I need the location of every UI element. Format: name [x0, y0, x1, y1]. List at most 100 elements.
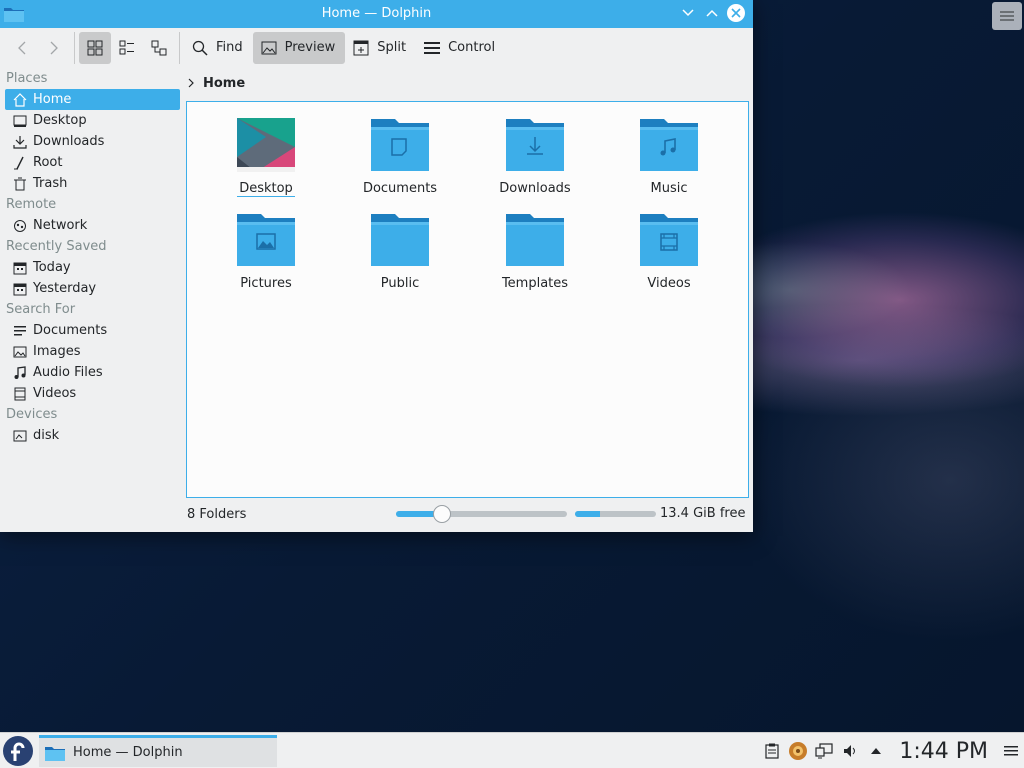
search-audio[interactable]: Audio Files: [5, 362, 180, 383]
music-note-icon: [13, 365, 27, 380]
file-item-documents[interactable]: Documents: [340, 117, 460, 196]
music-folder-icon: [639, 117, 699, 173]
chevron-down-icon: [682, 9, 694, 17]
place-label: Home: [33, 92, 72, 107]
file-item-music[interactable]: Music: [609, 117, 729, 196]
place-network[interactable]: Network: [5, 215, 180, 236]
tray-expand-arrow-icon[interactable]: [863, 733, 889, 768]
desktop-folder-icon: [236, 117, 296, 173]
device-disk[interactable]: disk: [5, 425, 180, 446]
preview-label: Preview: [284, 40, 336, 55]
section-title-recent: Recently Saved: [6, 239, 107, 254]
videos-folder-icon: [639, 212, 699, 268]
folder-count: 8 Folders: [187, 506, 247, 522]
find-button[interactable]: Find: [184, 32, 253, 64]
panel-menu-icon[interactable]: [998, 733, 1024, 768]
search-images[interactable]: Images: [5, 341, 180, 362]
place-trash[interactable]: Trash: [5, 173, 180, 194]
section-title-remote: Remote: [6, 197, 57, 212]
clock[interactable]: 1:44 PM: [889, 739, 998, 764]
close-button[interactable]: [727, 4, 745, 22]
place-label: Today: [33, 260, 71, 275]
place-downloads[interactable]: Downloads: [5, 131, 180, 152]
place-home[interactable]: Home: [5, 89, 180, 110]
icons-view-button[interactable]: [79, 31, 111, 64]
file-item-templates[interactable]: Templates: [475, 212, 595, 291]
folder-icon: [370, 212, 430, 268]
file-name: Desktop: [237, 181, 295, 197]
chevron-up-icon: [706, 9, 718, 17]
place-label: Desktop: [33, 113, 87, 128]
file-name: Downloads: [499, 181, 571, 196]
file-name: Music: [650, 181, 688, 196]
trash-icon: [13, 177, 27, 191]
file-name: Public: [380, 276, 420, 291]
taskbar: Home — Dolphin 1:44 PM: [0, 732, 1024, 768]
split-button[interactable]: Split: [345, 32, 416, 64]
file-item-public[interactable]: Public: [340, 212, 460, 291]
minimize-button[interactable]: [679, 4, 697, 22]
section-title-search: Search For: [6, 302, 76, 317]
compact-view-button[interactable]: [111, 32, 143, 64]
updates-icon[interactable]: [785, 733, 811, 768]
file-item-downloads[interactable]: Downloads: [475, 117, 595, 196]
calendar-icon: [13, 261, 27, 275]
status-bar: 8 Folders 13.4 GiB free: [187, 504, 747, 524]
image-icon: [13, 345, 27, 359]
file-view[interactable]: Desktop Documents Downloads Music Pictur…: [186, 101, 749, 498]
fedora-launcher-icon[interactable]: [2, 735, 34, 768]
task-dolphin[interactable]: Home — Dolphin: [39, 735, 277, 767]
documents-folder-icon: [370, 117, 430, 173]
desktop-icon: [13, 114, 27, 128]
main-toolbar: Find Preview Split Control: [0, 28, 753, 68]
place-desktop[interactable]: Desktop: [5, 110, 180, 131]
details-view-button[interactable]: [143, 32, 175, 64]
file-name: Videos: [647, 276, 691, 291]
pictures-folder-icon: [236, 212, 296, 268]
file-name: Pictures: [240, 276, 292, 291]
breadcrumb[interactable]: Home: [187, 72, 245, 94]
network-tray-icon[interactable]: [811, 733, 837, 768]
compact-view-icon: [119, 40, 134, 54]
dolphin-window: Home — Dolphin Find Preview Split Contro…: [0, 0, 753, 532]
download-icon: [13, 135, 27, 149]
drive-icon: [13, 429, 27, 443]
zoom-slider[interactable]: [396, 505, 567, 523]
file-item-videos[interactable]: Videos: [609, 212, 729, 291]
place-label: Videos: [33, 386, 77, 401]
forward-button[interactable]: [38, 32, 70, 64]
place-label: Network: [33, 218, 88, 233]
file-item-desktop[interactable]: Desktop: [206, 117, 326, 197]
breadcrumb-home[interactable]: Home: [203, 76, 245, 91]
places-panel: Places Home Desktop Downloads Root Trash…: [0, 68, 183, 532]
search-documents[interactable]: Documents: [5, 320, 180, 341]
image-preview-icon: [261, 41, 277, 54]
search-videos[interactable]: Videos: [5, 383, 180, 404]
section-title-places: Places: [6, 71, 48, 86]
search-icon: [192, 40, 208, 56]
split-label: Split: [377, 40, 407, 55]
volume-icon[interactable]: [837, 733, 863, 768]
zoom-slider-handle[interactable]: [433, 505, 452, 523]
clipboard-icon[interactable]: [759, 733, 785, 768]
desktop-toolbox-button[interactable]: [992, 2, 1022, 30]
details-view-icon: [151, 40, 167, 55]
preview-button[interactable]: Preview: [252, 31, 346, 64]
task-label: Home — Dolphin: [73, 745, 183, 760]
back-button[interactable]: [6, 32, 38, 64]
find-label: Find: [216, 40, 243, 55]
place-yesterday[interactable]: Yesterday: [5, 278, 180, 299]
downloads-folder-icon: [505, 117, 565, 173]
dolphin-task-icon: [45, 746, 65, 761]
window-titlebar[interactable]: Home — Dolphin: [0, 0, 753, 28]
document-lines-icon: [13, 324, 27, 338]
place-root[interactable]: Root: [5, 152, 180, 173]
control-menu-button[interactable]: Control: [416, 32, 505, 64]
place-today[interactable]: Today: [5, 257, 180, 278]
menu-icon: [1000, 11, 1014, 21]
chevron-left-icon: [18, 41, 26, 54]
maximize-button[interactable]: [703, 4, 721, 22]
hamburger-menu-icon: [424, 41, 441, 54]
network-icon: [13, 219, 27, 233]
file-item-pictures[interactable]: Pictures: [206, 212, 326, 291]
